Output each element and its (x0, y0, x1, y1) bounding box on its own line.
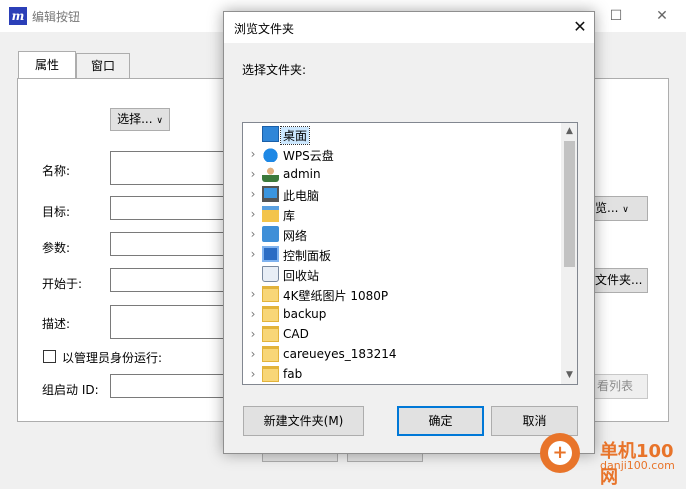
tree-item[interactable]: › CAD (243, 324, 561, 344)
target-label: 目标: (42, 205, 71, 219)
tree-item-label: 4K壁纸图片 1080P (283, 289, 389, 303)
tree-item-label: admin (283, 167, 321, 181)
chevron-right-icon[interactable]: › (247, 306, 259, 322)
tree-item-label: 控制面板 (283, 249, 332, 263)
tree-item-label: careueyes_183214 (283, 347, 397, 361)
tree-item-label: 库 (283, 209, 296, 223)
library-icon (262, 206, 279, 222)
tree-item[interactable]: › careueyes_183214 (243, 344, 561, 364)
tree-item[interactable]: 桌面 (243, 124, 561, 145)
tree-scrollbar[interactable]: ▲ ▼ (561, 123, 577, 384)
watermark-url: danji100.com (600, 459, 675, 472)
folder-tree[interactable]: 桌面 › WPS云盘 › admin › 此电脑 › 库 › 网络 › 控制面板 回收站 › 4K壁纸图片 1… (242, 122, 578, 385)
ok-button[interactable]: 确定 (397, 406, 484, 436)
tree-item[interactable]: › fab (243, 364, 561, 384)
chevron-right-icon[interactable]: › (247, 346, 259, 362)
tab-properties[interactable]: 属性 (18, 51, 76, 79)
group-id-label: 组启动 ID: (42, 383, 99, 397)
folder-icon (262, 346, 279, 362)
tree-item-label: 桌面 (279, 126, 311, 145)
chevron-right-icon[interactable]: › (247, 366, 259, 382)
tree-item-label: CAD (283, 327, 309, 341)
new-folder-button[interactable]: 新建文件夹(M) (243, 406, 364, 436)
run-as-admin-checkbox[interactable] (43, 350, 56, 363)
group-id-input[interactable] (110, 374, 226, 398)
name-label: 名称: (42, 164, 71, 178)
view-list-button[interactable]: 看列表 (590, 374, 648, 399)
start-in-input[interactable] (110, 268, 226, 292)
chevron-right-icon[interactable]: › (247, 166, 259, 182)
chevron-right-icon[interactable]: › (247, 286, 259, 302)
folder-icon (262, 366, 279, 382)
dropdown-button[interactable]: 览... ∨ (590, 196, 648, 221)
chevron-right-icon[interactable]: › (247, 226, 259, 242)
chevron-right-icon[interactable]: › (247, 186, 259, 202)
scroll-up-icon[interactable]: ▲ (561, 123, 577, 140)
args-input[interactable] (110, 232, 226, 256)
tree-item[interactable]: › admin (243, 164, 561, 184)
chevron-right-icon[interactable]: › (247, 246, 259, 262)
dialog-title: 浏览文件夹 (234, 22, 295, 36)
tree-item[interactable]: › WPS云盘 (243, 144, 561, 164)
description-input[interactable] (110, 305, 226, 339)
close-icon[interactable]: ✕ (649, 4, 675, 28)
dialog-titlebar: 浏览文件夹 ✕ (224, 12, 594, 43)
tree-item[interactable]: › 控制面板 (243, 244, 561, 264)
dropdown-button-label: 览... (595, 201, 619, 215)
tree-item[interactable]: › backup (243, 304, 561, 324)
chevron-down-icon: ∨ (622, 205, 629, 215)
printer-folder-icon (262, 306, 279, 322)
recycle-bin-icon (262, 266, 279, 282)
folder-icon (262, 326, 279, 342)
run-as-admin-label: 以管理员身份运行: (62, 351, 163, 365)
tree-item[interactable]: › 4K壁纸图片 1080P (243, 284, 561, 304)
cloud-icon (262, 146, 279, 162)
folder-icon (262, 286, 279, 302)
app-logo-icon: m (9, 7, 27, 25)
tree-item-label: 回收站 (283, 269, 320, 283)
desktop-icon (262, 126, 279, 142)
watermark-plus-icon: + (548, 441, 572, 465)
control-panel-icon (262, 246, 279, 262)
user-icon (262, 166, 279, 182)
maximize-icon[interactable]: ☐ (603, 4, 629, 28)
browse-folder-dialog: 浏览文件夹 ✕ 选择文件夹: 桌面 › WPS云盘 › admin › 此电脑 › 库 › 网络 › 控… (223, 11, 595, 454)
scroll-thumb[interactable] (564, 141, 575, 267)
args-label: 参数: (42, 241, 71, 255)
tree-item-label: 网络 (283, 229, 308, 243)
select-button-label: 选择... (117, 112, 153, 126)
dialog-prompt: 选择文件夹: (242, 63, 307, 77)
tree-item[interactable]: › 库 (243, 204, 561, 224)
name-input[interactable] (110, 151, 226, 185)
start-in-label: 开始于: (42, 277, 83, 291)
tree-item[interactable]: 回收站 (243, 264, 561, 284)
description-label: 描述: (42, 317, 71, 331)
tree-item-label: fab (283, 367, 303, 381)
scroll-down-icon[interactable]: ▼ (561, 367, 577, 384)
background-window-title: 编辑按钮 (32, 10, 81, 24)
tree-item[interactable]: › 此电脑 (243, 184, 561, 204)
tree-item-label: WPS云盘 (283, 149, 334, 163)
tree-item-label: 此电脑 (283, 189, 320, 203)
chevron-down-icon: ∨ (156, 116, 163, 126)
dialog-close-icon[interactable]: ✕ (568, 15, 592, 39)
chevron-right-icon[interactable]: › (247, 146, 259, 162)
tree-item-label: backup (283, 307, 327, 321)
target-input[interactable] (110, 196, 226, 220)
browse-folder-button[interactable]: 文件夹... (590, 268, 648, 293)
cancel-button[interactable]: 取消 (491, 406, 578, 436)
tree-item[interactable]: › 网络 (243, 224, 561, 244)
select-dropdown-button[interactable]: 选择... ∨ (110, 108, 170, 131)
network-icon (262, 226, 279, 242)
chevron-right-icon[interactable]: › (247, 206, 259, 222)
chevron-right-icon[interactable]: › (247, 326, 259, 342)
tab-window[interactable]: 窗口 (76, 53, 130, 79)
computer-icon (262, 186, 279, 202)
